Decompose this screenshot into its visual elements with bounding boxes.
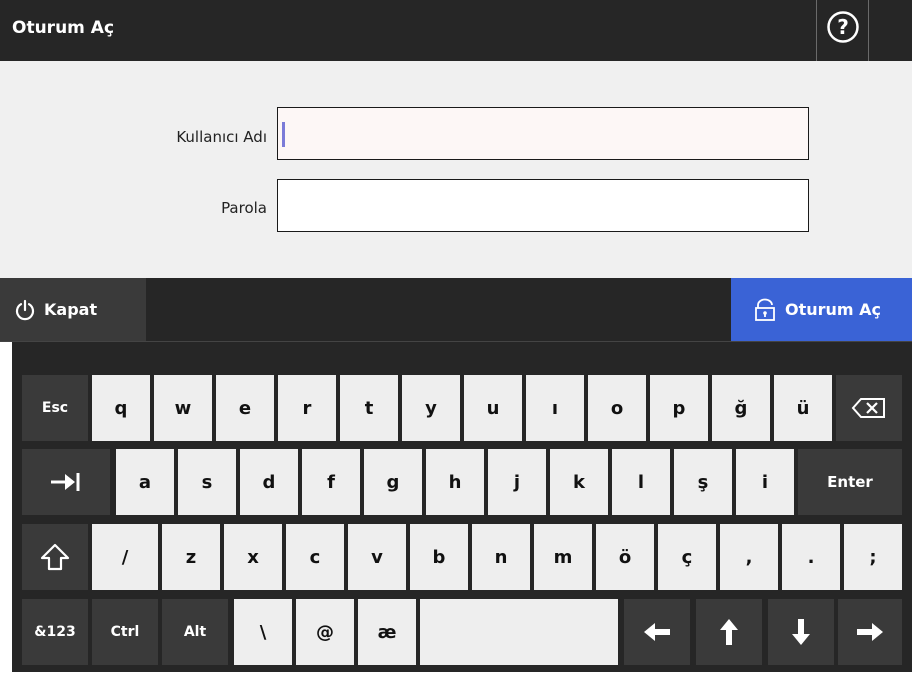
key-backslash[interactable]: \ [234,599,292,665]
ctrl-key[interactable]: Ctrl [92,599,158,665]
key-comma[interactable]: , [720,524,778,590]
login-button[interactable]: Oturum Aç [731,278,912,341]
arrow-left-icon [644,623,670,641]
login-form [0,61,912,278]
help-icon: ? [826,11,859,43]
key-esc[interactable]: Esc [22,375,88,441]
key-m[interactable]: m [534,524,592,590]
key-v[interactable]: v [348,524,406,590]
key-semicolon[interactable]: ; [844,524,902,590]
key-s[interactable]: s [178,449,236,515]
alt-key[interactable]: Alt [162,599,228,665]
key-slash[interactable]: / [92,524,158,590]
username-input[interactable] [277,107,809,160]
arrow-right-key[interactable] [838,599,902,665]
login-screen: Oturum Aç ? Kullanıcı Adı Parola Kapat O… [0,0,912,684]
key-a[interactable]: a [116,449,174,515]
text-caret [282,122,285,147]
key-x[interactable]: x [224,524,282,590]
tab-key[interactable] [22,449,110,515]
key-i[interactable]: i [736,449,794,515]
arrow-left-key[interactable] [624,599,690,665]
arrow-up-key[interactable] [696,599,762,665]
key-b[interactable]: b [410,524,468,590]
shift-icon [40,543,70,571]
key-o[interactable]: o [588,375,646,441]
key-z[interactable]: z [162,524,220,590]
arrow-up-icon [720,619,738,645]
login-label: Oturum Aç [785,300,882,319]
key-s-cedilla[interactable]: ş [674,449,732,515]
password-label: Parola [221,199,267,217]
backspace-key[interactable] [836,375,902,441]
enter-key[interactable]: Enter [798,449,902,515]
key-g-breve[interactable]: ğ [712,375,770,441]
shift-key[interactable] [22,524,88,590]
key-at[interactable]: @ [296,599,354,665]
arrow-down-icon [792,619,810,645]
key-o-umlaut[interactable]: ö [596,524,654,590]
arrow-down-key[interactable] [768,599,834,665]
numbers-symbols-key[interactable]: &123 [22,599,88,665]
key-j[interactable]: j [488,449,546,515]
action-bar: Kapat Oturum Aç [0,278,912,341]
backspace-icon [851,398,885,418]
key-g[interactable]: g [364,449,422,515]
shutdown-button[interactable]: Kapat [0,278,146,341]
key-f[interactable]: f [302,449,360,515]
svg-text:?: ? [837,15,849,39]
key-period[interactable]: . [782,524,840,590]
key-p[interactable]: p [650,375,708,441]
key-u[interactable]: u [464,375,522,441]
key-d[interactable]: d [240,449,298,515]
shutdown-label: Kapat [44,300,98,319]
key-k[interactable]: k [550,449,608,515]
username-label: Kullanıcı Adı [176,128,267,146]
page-title: Oturum Aç [12,18,115,38]
title-bar: Oturum Aç ? [0,0,912,61]
power-icon [15,299,35,320]
key-l[interactable]: l [612,449,670,515]
space-key[interactable] [420,599,618,665]
key-dotless-i[interactable]: ı [526,375,584,441]
key-c[interactable]: c [286,524,344,590]
key-u-umlaut[interactable]: ü [774,375,832,441]
key-h[interactable]: h [426,449,484,515]
key-t[interactable]: t [340,375,398,441]
key-w[interactable]: w [154,375,212,441]
arrow-right-icon [857,623,883,641]
key-q[interactable]: q [92,375,150,441]
password-input[interactable] [277,179,809,232]
key-c-cedilla[interactable]: ç [658,524,716,590]
key-ae[interactable]: æ [358,599,416,665]
key-e[interactable]: e [216,375,274,441]
tab-icon [51,473,80,491]
key-r[interactable]: r [278,375,336,441]
help-button[interactable]: ? [816,0,869,61]
unlock-icon [755,298,775,321]
key-n[interactable]: n [472,524,530,590]
key-y[interactable]: y [402,375,460,441]
